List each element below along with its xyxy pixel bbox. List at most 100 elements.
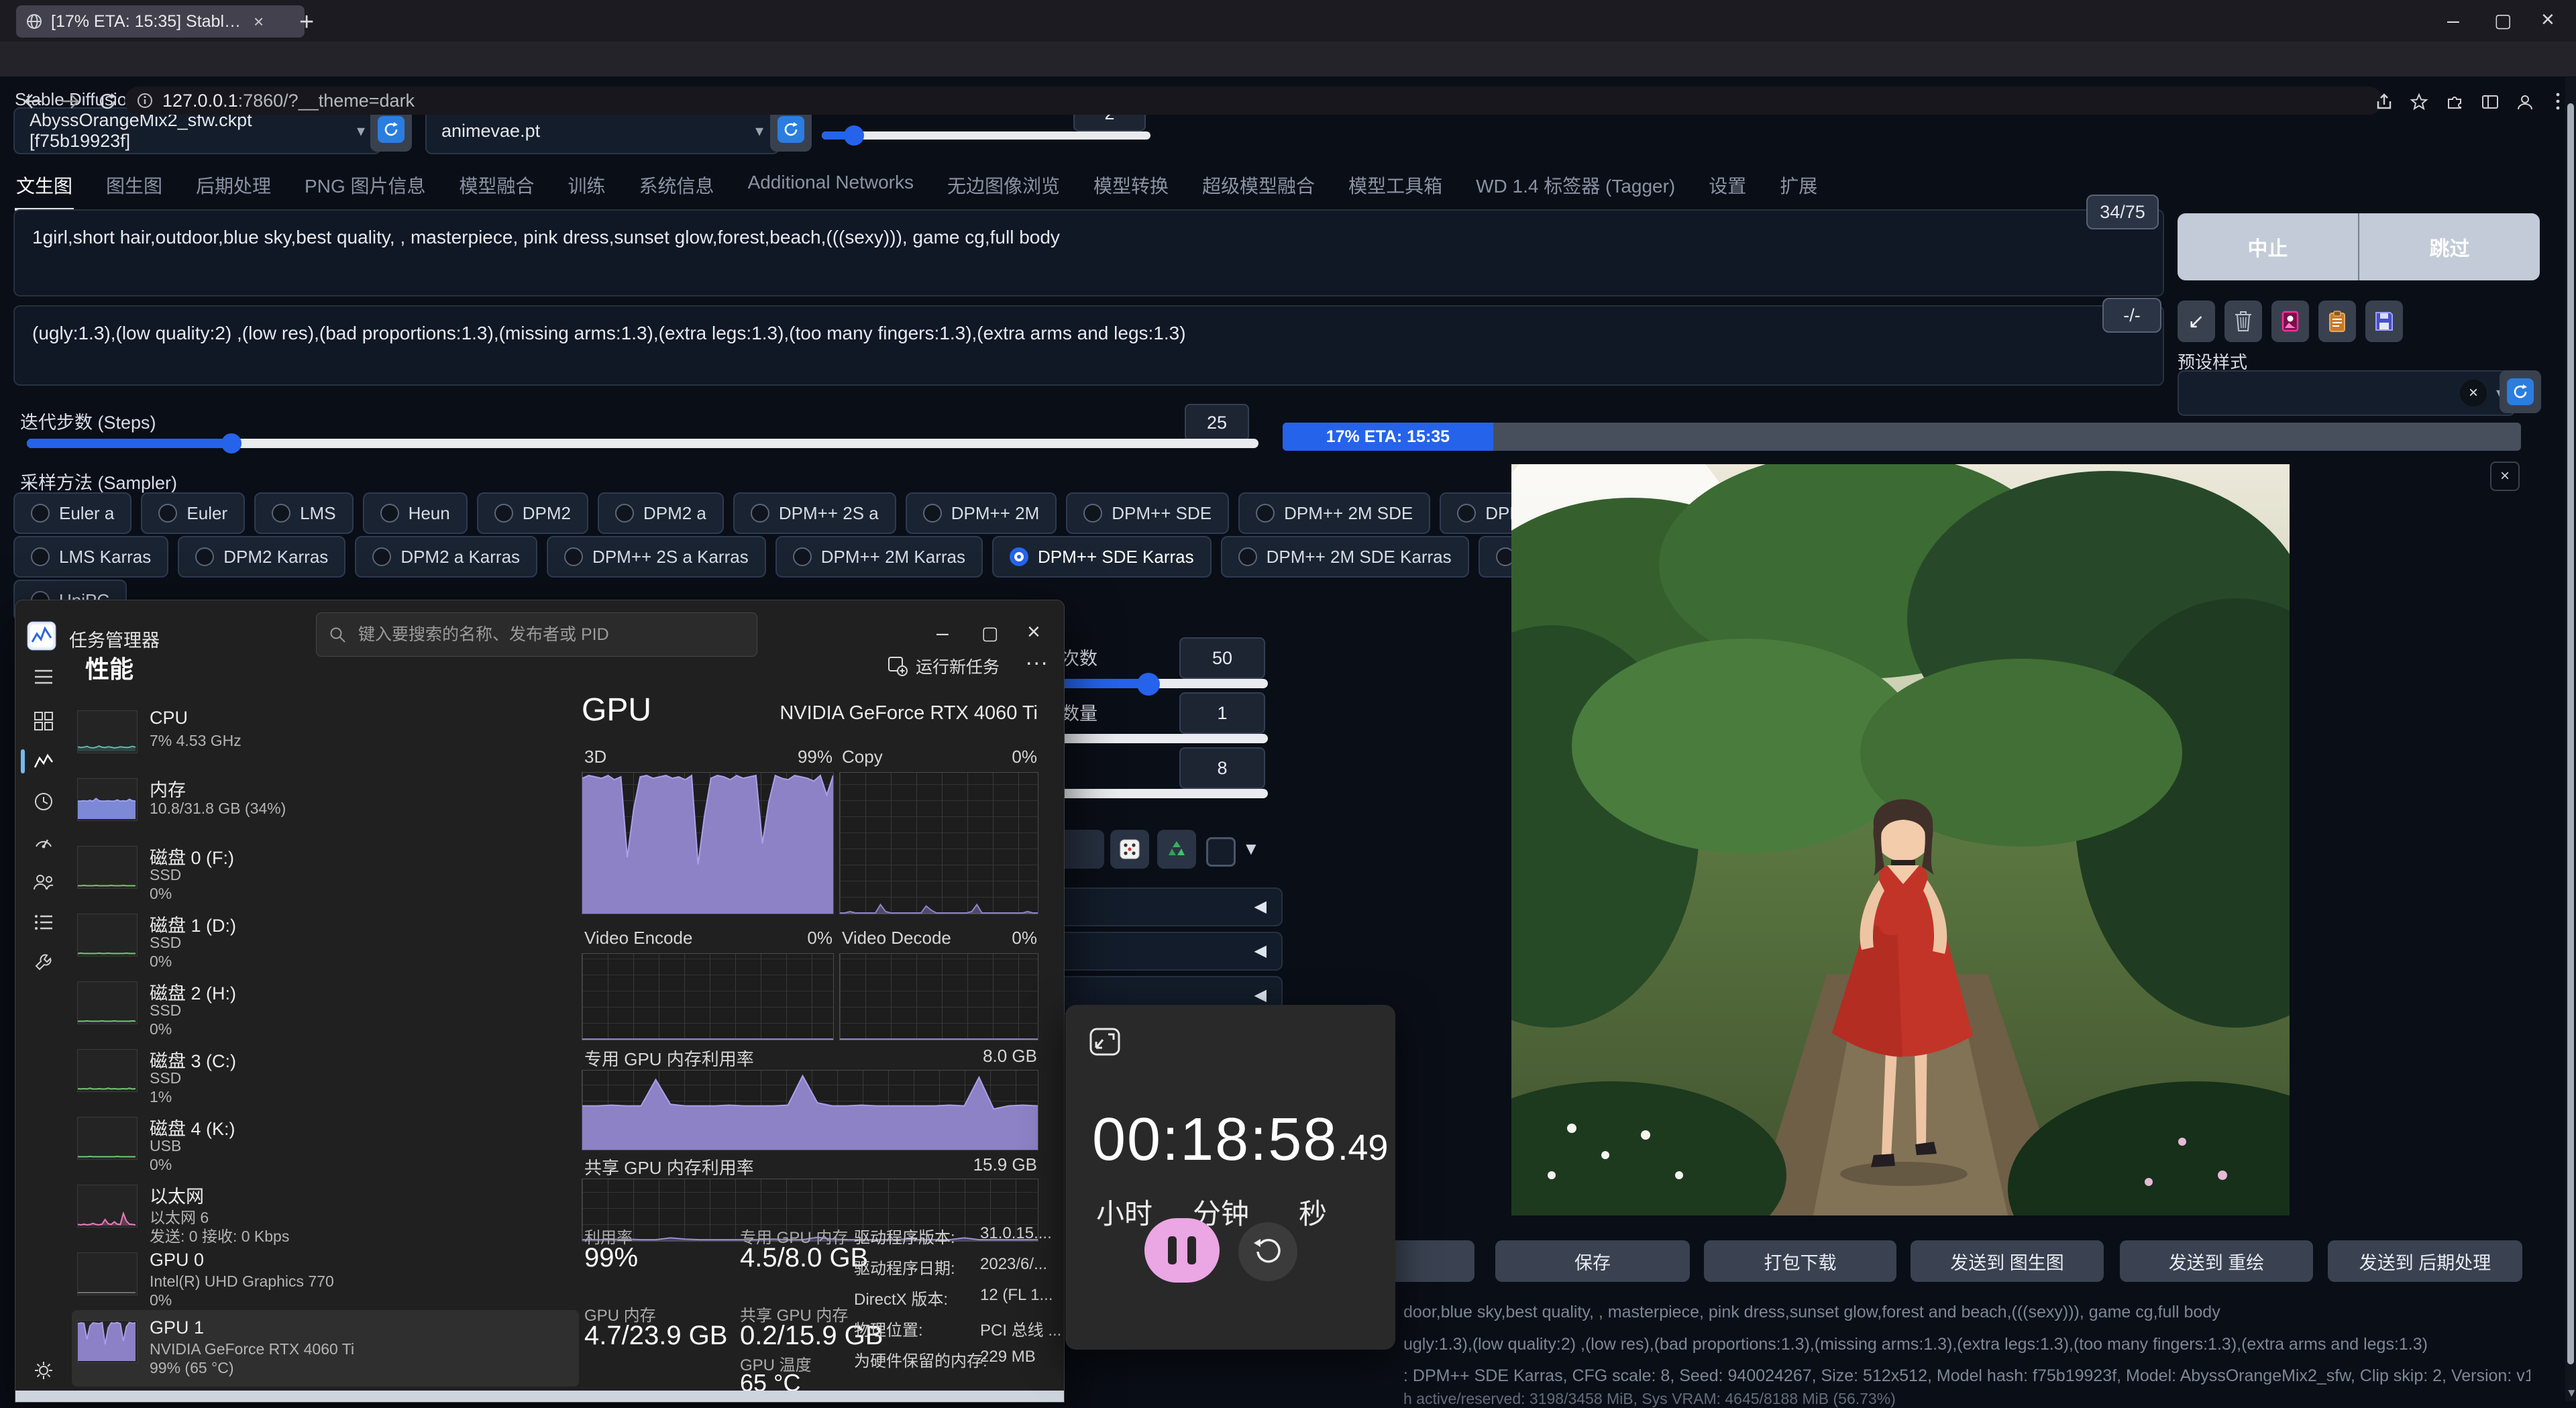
sampler-option[interactable]: DPM++ 2S a: [733, 492, 896, 534]
tab-checkpoint-merger[interactable]: 模型融合: [458, 168, 536, 211]
steps-value[interactable]: 25: [1185, 404, 1249, 441]
reset-button[interactable]: [1238, 1222, 1297, 1281]
page-scrollbar[interactable]: ▼: [2565, 76, 2576, 1401]
tm-list-item-gpu0[interactable]: GPU 0: [150, 1250, 204, 1270]
clear-prompt-button[interactable]: [2224, 301, 2262, 342]
tm-nav-processes-icon[interactable]: [15, 702, 72, 740]
tm-nav-services-icon[interactable]: [15, 944, 72, 981]
seed-extra-caret-icon[interactable]: ▼: [1242, 838, 1260, 859]
tab-model-toolkit[interactable]: 模型工具箱: [1347, 168, 1444, 211]
sampler-option[interactable]: DPM++ 2M: [906, 492, 1057, 534]
url-field[interactable]: 127.0.0.1:7860/?__theme=dark: [125, 87, 2383, 115]
tm-list-item-cpu[interactable]: CPU: [150, 708, 188, 728]
pause-button[interactable]: [1144, 1218, 1220, 1283]
sampler-option[interactable]: DPM++ 2S a Karras: [547, 536, 766, 578]
tab-wd14-tagger[interactable]: WD 1.4 标签器 (Tagger): [1474, 168, 1676, 211]
sampler-option[interactable]: Euler a: [13, 492, 131, 534]
share-icon[interactable]: [2375, 93, 2394, 111]
tm-nav-users-icon[interactable]: [15, 863, 72, 901]
tm-nav-app-history-icon[interactable]: [15, 783, 72, 820]
task-manager-window[interactable]: 任务管理器 – ▢ × 性能 运行新任务 ... CPU 7% 4.53 GHz…: [15, 600, 1065, 1403]
close-tab-icon[interactable]: ×: [254, 11, 264, 32]
tm-close-icon[interactable]: ×: [1027, 619, 1040, 645]
tm-maximize-icon[interactable]: ▢: [981, 623, 999, 644]
tm-nav-startup-icon[interactable]: [15, 823, 72, 861]
extra-seed-checkbox[interactable]: [1206, 837, 1236, 867]
tab-extensions[interactable]: 扩展: [1778, 168, 1819, 211]
tm-settings-gear-icon[interactable]: [15, 1352, 72, 1389]
tm-nav-details-icon[interactable]: [15, 904, 72, 941]
save-style-button[interactable]: [2365, 301, 2403, 342]
search-input[interactable]: [357, 625, 708, 645]
extra-networks-button[interactable]: [2271, 301, 2309, 342]
window-close-icon[interactable]: ×: [2541, 7, 2555, 33]
skip-button[interactable]: 跳过: [2359, 213, 2540, 280]
tab-train[interactable]: 训练: [567, 168, 607, 211]
tm-minimize-icon[interactable]: –: [936, 620, 949, 645]
window-maximize-icon[interactable]: ▢: [2494, 9, 2512, 32]
tm-list-item-memory[interactable]: 内存: [150, 775, 186, 802]
run-new-task-button[interactable]: 运行新任务: [888, 654, 1000, 678]
sampler-option[interactable]: DPM2 a: [598, 492, 724, 534]
clear-styles-icon[interactable]: ×: [2460, 380, 2487, 407]
random-seed-button[interactable]: [1110, 830, 1149, 869]
scrollbar-down-icon[interactable]: ▼: [2566, 1387, 2576, 1400]
back-icon[interactable]: [23, 93, 43, 110]
sampler-option[interactable]: DPM++ SDE: [1066, 492, 1229, 534]
sampler-option[interactable]: Euler: [141, 492, 245, 534]
tab-settings[interactable]: 设置: [1707, 168, 1748, 211]
sampler-option[interactable]: Heun: [363, 492, 468, 534]
tab-system-info[interactable]: 系统信息: [638, 168, 716, 211]
tab-image-browser[interactable]: 无边图像浏览: [946, 168, 1061, 211]
steps-slider[interactable]: [27, 439, 1258, 448]
new-tab-button[interactable]: +: [299, 8, 314, 37]
close-preview-icon[interactable]: ×: [2490, 462, 2520, 491]
sampler-option[interactable]: DPM2 Karras: [178, 536, 345, 578]
sampler-option[interactable]: LMS: [254, 492, 353, 534]
send-to-extras-button[interactable]: 发送到 后期处理: [2328, 1240, 2522, 1282]
tab-img2img[interactable]: 图生图: [105, 168, 164, 211]
forward-icon[interactable]: [60, 93, 80, 110]
tab-pnginfo[interactable]: PNG 图片信息: [303, 168, 427, 211]
sampler-option-selected[interactable]: DPM++ SDE Karras: [992, 536, 1212, 578]
bookmark-star-icon[interactable]: [2410, 93, 2428, 111]
prompt-textarea[interactable]: 1girl,short hair,outdoor,blue sky,best q…: [13, 209, 2164, 296]
generated-image[interactable]: [1511, 464, 2290, 1215]
window-minimize-icon[interactable]: –: [2447, 8, 2459, 33]
sampler-option[interactable]: DPM++ 2M Karras: [775, 536, 983, 578]
scrollbar-thumb[interactable]: [2567, 103, 2574, 1364]
reuse-seed-button[interactable]: [1157, 830, 1196, 869]
account-icon[interactable]: [2516, 93, 2534, 111]
apply-style-button[interactable]: [2318, 301, 2356, 342]
tm-nav-performance-icon[interactable]: [15, 743, 72, 780]
sampler-option[interactable]: DPM2: [477, 492, 588, 534]
task-manager-search[interactable]: [316, 612, 757, 657]
styles-refresh-button[interactable]: [2500, 370, 2541, 413]
clip-skip-slider-handle[interactable]: [844, 125, 864, 146]
save-button[interactable]: 保存: [1495, 1240, 1690, 1282]
stopwatch-widget[interactable]: 00:18:58.49 小时 分钟 秒: [1065, 1005, 1395, 1350]
tab-additional-networks[interactable]: Additional Networks: [747, 168, 915, 211]
send-to-inpaint-button[interactable]: 发送到 重绘: [2120, 1240, 2313, 1282]
browser-tab[interactable]: [17% ETA: 15:35] Stable Diffusi ×: [16, 5, 305, 38]
restore-prompt-button[interactable]: ↙: [2178, 301, 2215, 342]
sampler-option[interactable]: LMS Karras: [13, 536, 168, 578]
site-info-icon[interactable]: [137, 93, 153, 109]
tm-list-item-gpu1[interactable]: GPU 1: [150, 1317, 204, 1338]
clip-skip-slider[interactable]: [822, 131, 1150, 140]
sampler-option[interactable]: DPM2 a Karras: [355, 536, 537, 578]
tab-super-merger[interactable]: 超级模型融合: [1201, 168, 1316, 211]
styles-dropdown[interactable]: × ▾: [2178, 370, 2516, 416]
reload-icon[interactable]: [98, 92, 117, 111]
batch-size-value[interactable]: 1: [1179, 692, 1265, 734]
compact-overlay-icon[interactable]: [1088, 1026, 1122, 1057]
negative-prompt-textarea[interactable]: (ugly:1.3),(low quality:2) ,(low res),(b…: [13, 305, 2164, 386]
steps-slider-handle[interactable]: [221, 433, 241, 453]
send-to-img2img-button[interactable]: 发送到 图生图: [1911, 1240, 2104, 1282]
interrupt-button[interactable]: 中止: [2178, 213, 2359, 280]
tab-txt2img[interactable]: 文生图: [15, 168, 74, 211]
tm-nav-menu-icon[interactable]: [15, 658, 72, 696]
tm-more-icon[interactable]: ...: [1026, 645, 1049, 671]
tab-model-converter[interactable]: 模型转换: [1092, 168, 1170, 211]
zip-download-button[interactable]: 打包下载: [1704, 1240, 1896, 1282]
